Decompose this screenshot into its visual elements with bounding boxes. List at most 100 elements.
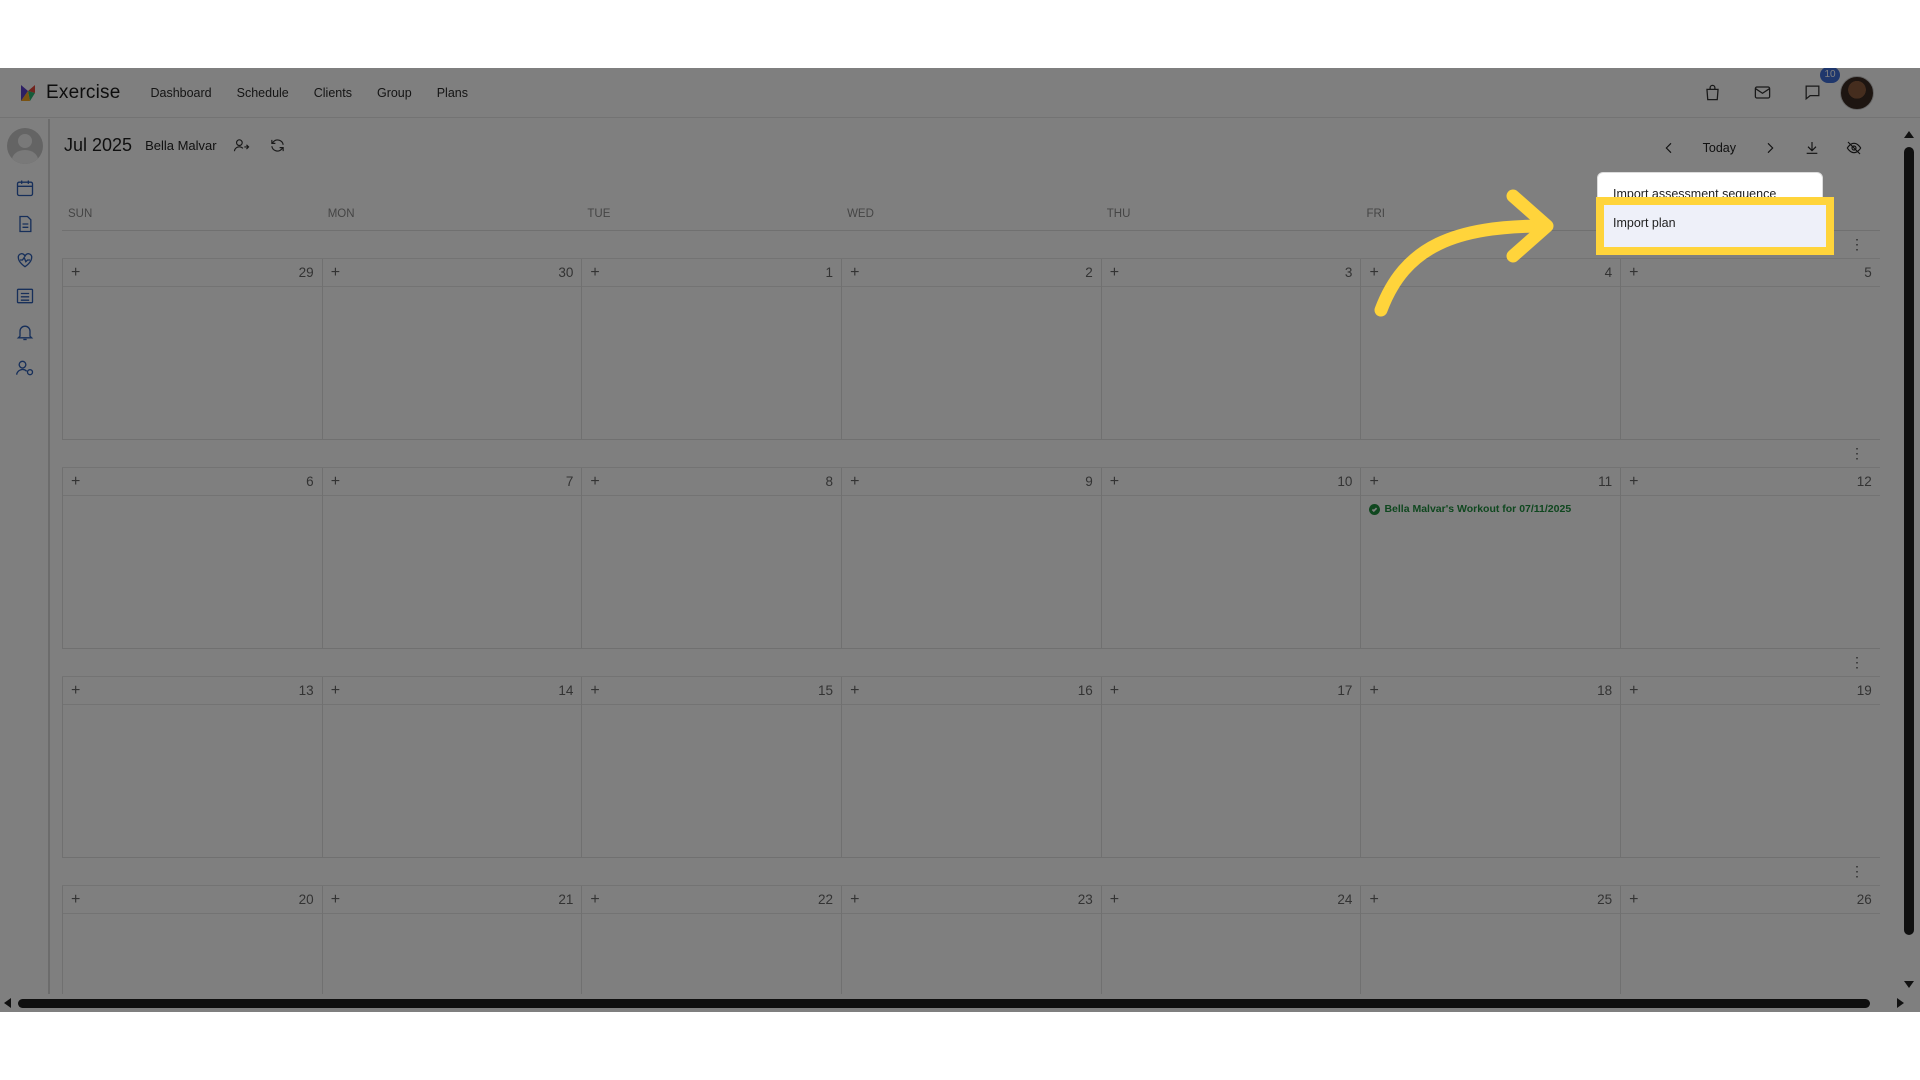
weekday-label: TUE bbox=[587, 208, 611, 220]
day-number: 14 bbox=[558, 683, 574, 698]
calendar-day[interactable]: +30 bbox=[321, 259, 582, 439]
week-menu-icon[interactable]: ⋮ bbox=[1850, 446, 1864, 460]
nav-clients[interactable]: Clients bbox=[314, 86, 352, 100]
left-sidebar bbox=[0, 119, 50, 1012]
add-workout-button[interactable]: + bbox=[590, 891, 599, 909]
day-number: 26 bbox=[1856, 892, 1872, 907]
nav-schedule[interactable]: Schedule bbox=[237, 86, 289, 100]
calendar-day[interactable]: +6 bbox=[62, 468, 322, 648]
add-workout-button[interactable]: + bbox=[71, 264, 80, 282]
calendar-day[interactable]: +1 bbox=[581, 259, 842, 439]
logo[interactable]: Exercise bbox=[18, 82, 120, 104]
chat-icon[interactable]: 10 bbox=[1800, 68, 1840, 105]
bell-icon[interactable] bbox=[13, 320, 37, 344]
scroll-up-icon[interactable] bbox=[1904, 131, 1914, 138]
scroll-left-icon[interactable] bbox=[4, 998, 11, 1008]
day-number: 6 bbox=[306, 474, 314, 489]
add-workout-button[interactable]: + bbox=[1369, 682, 1378, 700]
calendar-day[interactable]: +11 Bella Malvar's Workout for 07/11/202… bbox=[1360, 468, 1621, 648]
add-workout-button[interactable]: + bbox=[590, 682, 599, 700]
calendar-day[interactable]: +16 bbox=[841, 677, 1101, 857]
document-icon[interactable] bbox=[13, 212, 37, 236]
week-menu-icon[interactable]: ⋮ bbox=[1850, 864, 1864, 878]
refresh-icon[interactable] bbox=[267, 134, 289, 156]
calendar-day[interactable]: +4 bbox=[1360, 259, 1621, 439]
calendar-day[interactable]: +8 bbox=[581, 468, 842, 648]
add-workout-button[interactable]: + bbox=[1110, 473, 1119, 491]
add-workout-button[interactable]: + bbox=[71, 473, 80, 491]
week-menu-icon[interactable]: ⋮ bbox=[1850, 237, 1864, 251]
switch-client-icon[interactable] bbox=[231, 134, 253, 156]
scroll-right-icon[interactable] bbox=[1897, 998, 1904, 1008]
add-workout-button[interactable]: + bbox=[1629, 473, 1638, 491]
add-workout-button[interactable]: + bbox=[1629, 264, 1638, 282]
day-number: 4 bbox=[1604, 265, 1613, 280]
add-workout-button[interactable]: + bbox=[331, 264, 340, 282]
next-month-button[interactable] bbox=[1762, 140, 1778, 156]
list-icon[interactable] bbox=[13, 284, 37, 308]
client-avatar[interactable] bbox=[7, 128, 43, 164]
calendar-day[interactable]: +15 bbox=[581, 677, 842, 857]
menu-item-import-plan[interactable]: Import plan bbox=[1613, 216, 1676, 230]
user-settings-icon[interactable] bbox=[13, 356, 37, 380]
calendar-day[interactable]: +5 bbox=[1620, 259, 1880, 439]
add-workout-button[interactable]: + bbox=[1110, 682, 1119, 700]
add-workout-button[interactable]: + bbox=[590, 264, 599, 282]
vertical-scrollbar[interactable] bbox=[1898, 119, 1920, 1012]
calendar-day[interactable]: +13 bbox=[62, 677, 322, 857]
add-workout-button[interactable]: + bbox=[331, 682, 340, 700]
nav-dashboard[interactable]: Dashboard bbox=[150, 86, 211, 100]
day-number: 23 bbox=[1077, 892, 1093, 907]
horizontal-scroll-thumb[interactable] bbox=[18, 999, 1870, 1008]
add-workout-button[interactable]: + bbox=[1110, 891, 1119, 909]
calendar-day[interactable]: +14 bbox=[321, 677, 582, 857]
prev-month-button[interactable] bbox=[1661, 140, 1677, 156]
day-number: 25 bbox=[1597, 892, 1613, 907]
add-workout-button[interactable]: + bbox=[1369, 891, 1378, 909]
calendar-day[interactable]: +17 bbox=[1100, 677, 1361, 857]
day-number: 22 bbox=[818, 892, 834, 907]
shopping-bag-icon[interactable] bbox=[1700, 81, 1724, 105]
add-workout-button[interactable]: + bbox=[1369, 264, 1378, 282]
nav-plans[interactable]: Plans bbox=[437, 86, 468, 100]
calendar-day[interactable]: +19 bbox=[1620, 677, 1880, 857]
add-workout-button[interactable]: + bbox=[850, 891, 859, 909]
week-menu-icon[interactable]: ⋮ bbox=[1850, 655, 1864, 669]
add-workout-button[interactable]: + bbox=[850, 473, 859, 491]
add-workout-button[interactable]: + bbox=[1369, 473, 1378, 491]
heart-pulse-icon[interactable] bbox=[13, 248, 37, 272]
user-avatar[interactable] bbox=[1840, 75, 1874, 110]
client-name: Bella Malvar bbox=[145, 137, 217, 153]
calendar-day[interactable]: +12 bbox=[1620, 468, 1880, 648]
calendar-day[interactable]: +3 bbox=[1100, 259, 1361, 439]
calendar-day[interactable]: +9 bbox=[841, 468, 1101, 648]
calendar-icon[interactable] bbox=[13, 176, 37, 200]
add-workout-button[interactable]: + bbox=[71, 682, 80, 700]
calendar-day[interactable]: +7 bbox=[321, 468, 582, 648]
hide-button[interactable] bbox=[1846, 140, 1862, 156]
add-workout-button[interactable]: + bbox=[71, 891, 80, 909]
add-workout-button[interactable]: + bbox=[590, 473, 599, 491]
month-title: Jul 2025 bbox=[64, 134, 133, 155]
today-button[interactable]: Today bbox=[1703, 141, 1736, 155]
calendar-day[interactable]: +18 bbox=[1360, 677, 1621, 857]
vertical-scroll-thumb[interactable] bbox=[1904, 147, 1914, 935]
add-workout-button[interactable]: + bbox=[1629, 682, 1638, 700]
add-workout-button[interactable]: + bbox=[1110, 264, 1119, 282]
nav-group[interactable]: Group bbox=[377, 86, 412, 100]
calendar-day[interactable]: +2 bbox=[841, 259, 1101, 439]
day-number: 20 bbox=[298, 892, 314, 907]
horizontal-scrollbar[interactable] bbox=[0, 994, 1920, 1012]
mail-icon[interactable] bbox=[1750, 81, 1774, 105]
weekday-label: FRI bbox=[1366, 208, 1385, 220]
add-workout-button[interactable]: + bbox=[331, 473, 340, 491]
add-workout-button[interactable]: + bbox=[850, 264, 859, 282]
add-workout-button[interactable]: + bbox=[331, 891, 340, 909]
calendar-day[interactable]: +29 bbox=[62, 259, 322, 439]
add-workout-button[interactable]: + bbox=[1629, 891, 1638, 909]
add-workout-button[interactable]: + bbox=[850, 682, 859, 700]
workout-event[interactable]: Bella Malvar's Workout for 07/11/2025 bbox=[1369, 503, 1571, 515]
download-button[interactable] bbox=[1804, 140, 1820, 156]
calendar-day[interactable]: +10 bbox=[1100, 468, 1361, 648]
scroll-down-icon[interactable] bbox=[1904, 981, 1914, 988]
